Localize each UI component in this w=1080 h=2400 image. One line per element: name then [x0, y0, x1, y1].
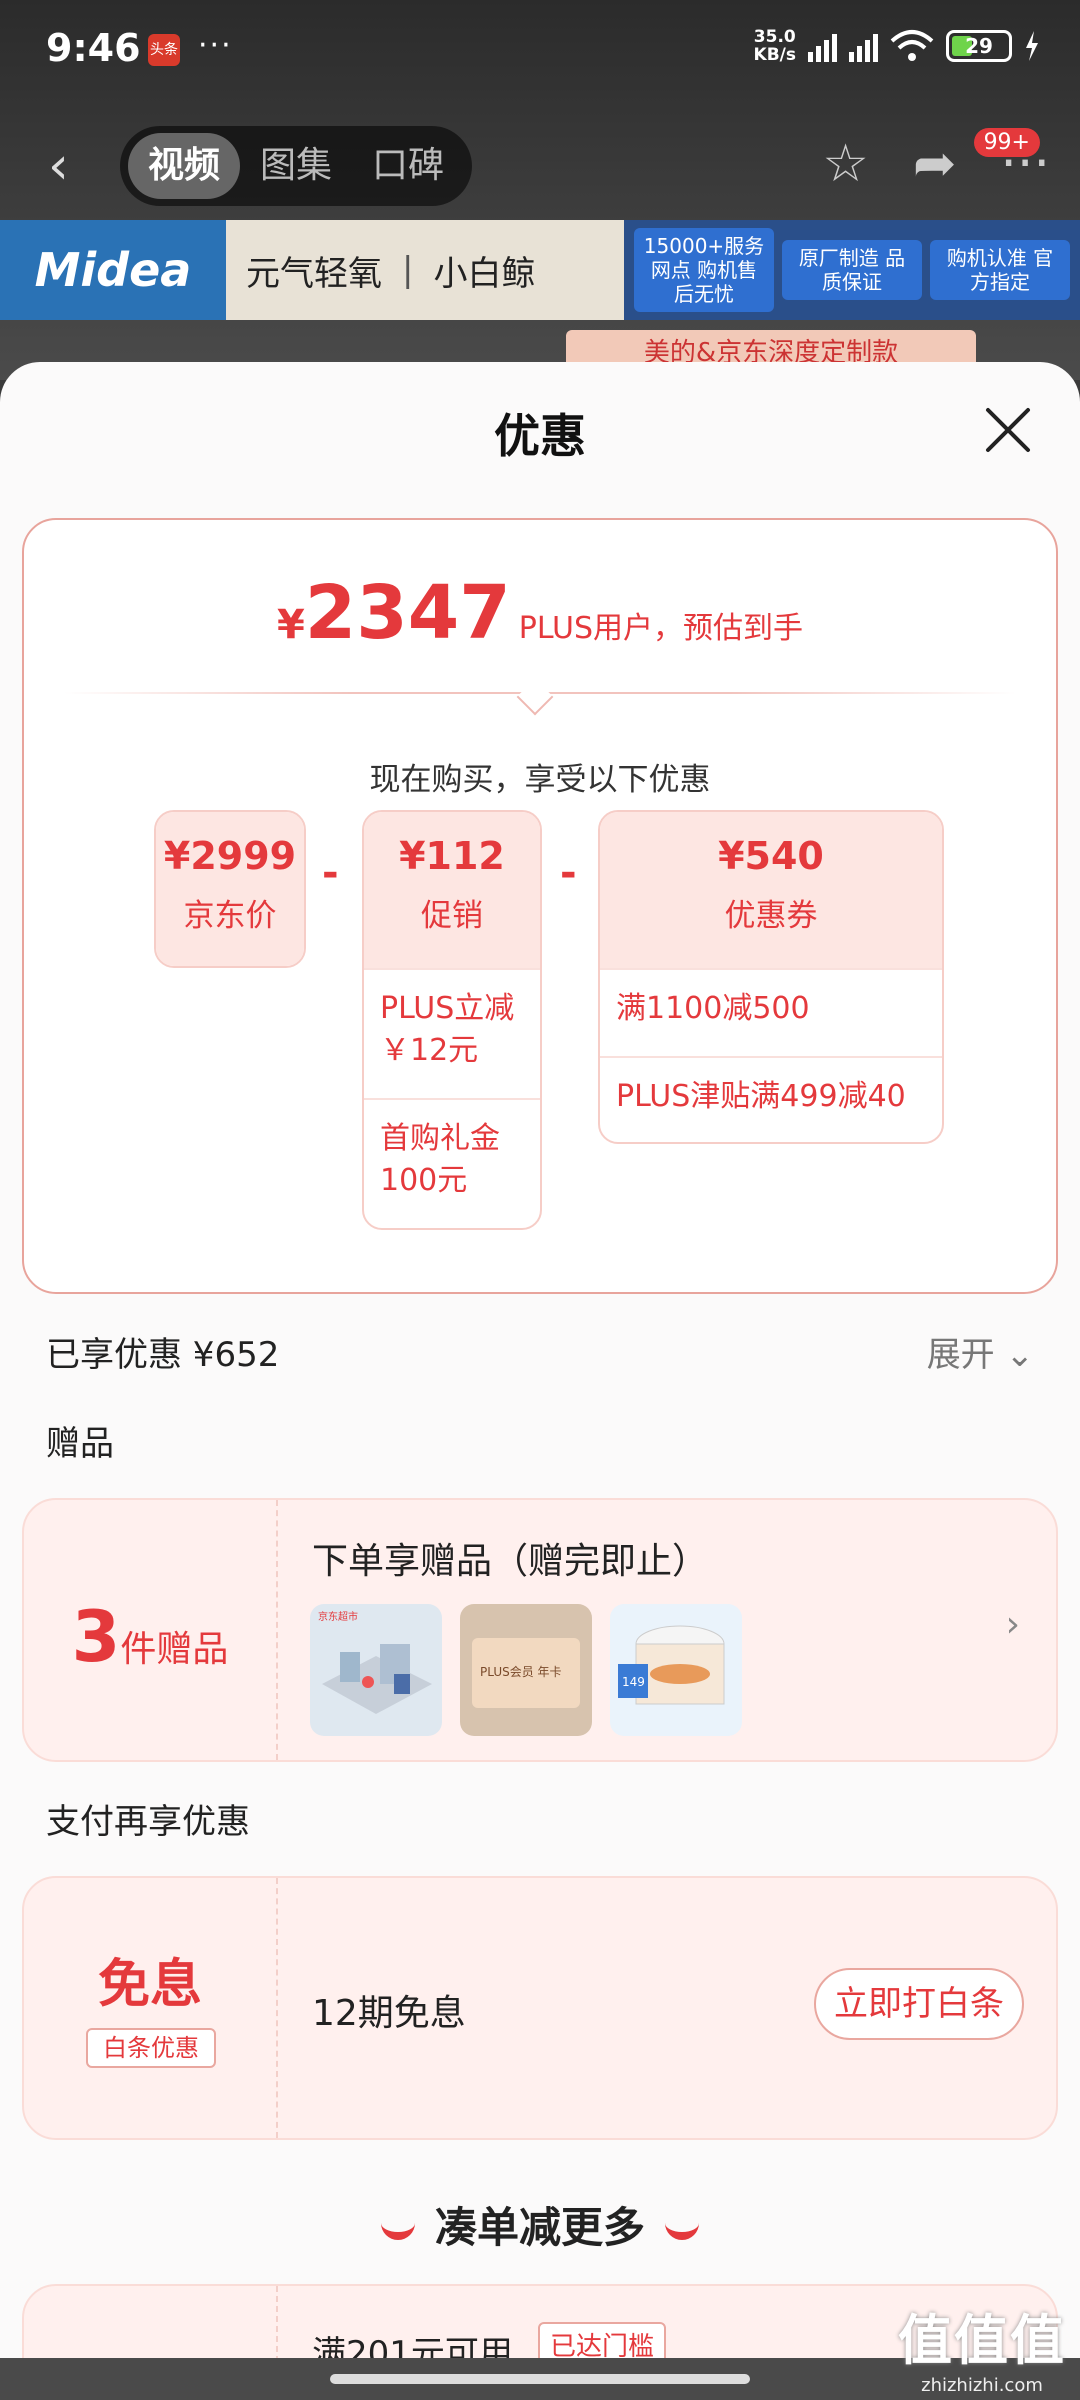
smile-left-icon — [380, 2222, 415, 2240]
dashed-divider — [276, 1878, 278, 2138]
gift-thumbnail-3[interactable]: 149 — [610, 1604, 742, 1736]
network-speed: 35.0 KB/s — [753, 27, 796, 65]
use-baitiao-button[interactable]: 立即打白条 — [814, 1968, 1024, 2040]
top-nav: ‹ 视频 图集 口碑 ☆ ➦ ··· 99+ — [0, 110, 1080, 220]
toutiao-app-icon: 头条 — [148, 34, 180, 66]
coupon-item: 满1100减500 — [600, 968, 942, 1056]
promotion-box: ¥112 促销 PLUS立减 ￥12元 首购礼金 100元 — [362, 810, 542, 1230]
final-price: ¥2347 PLUS用户，预估到手 — [276, 570, 804, 656]
sheet-title: 优惠 — [494, 409, 586, 463]
message-badge: 99+ — [973, 128, 1040, 157]
tab-reviews[interactable]: 口碑 — [352, 133, 464, 199]
status-bar: 9:46 头条 ··· 35.0 KB/s 29 — [0, 0, 1080, 100]
final-price-value: 2347 — [304, 570, 511, 656]
minus-sign: - — [560, 850, 577, 896]
chevron-down-icon: ⌄ — [1005, 1335, 1035, 1375]
gift-title: 下单享赠品（赠完即止） — [312, 1541, 709, 1582]
dashed-divider — [276, 1500, 278, 1760]
midea-logo: Midea — [0, 220, 226, 320]
gift-thumb-text: 149 — [622, 1675, 645, 1689]
gift-thumb-text: PLUS会员 年卡 — [480, 1665, 562, 1679]
gift-card[interactable]: 3件赠品 下单享赠品（赠完即止） 京东超市 PLUS会员 年卡 149 › — [22, 1498, 1058, 1762]
gifts-section-title: 赠品 — [46, 1424, 114, 1464]
baitiao-tag: 白条优惠 — [86, 2028, 216, 2068]
brand-banner: Midea 元气轻氧 | 小白鲸 15000+服务网点 购机售后无忧 原厂制造 … — [0, 220, 1080, 320]
gift-thumbnail-1[interactable]: 京东超市 — [310, 1604, 442, 1736]
discount-total: 已享优惠 ¥652 — [46, 1335, 280, 1375]
offers-sheet: 优惠 ¥2347 PLUS用户，预估到手 现在购买，享受以下优惠 ¥2999 京东… — [0, 362, 1080, 2400]
battery-icon: 29 — [946, 30, 1012, 62]
star-icon[interactable]: ☆ — [822, 134, 869, 194]
sub-brand-2: 小白鲸 — [433, 253, 536, 294]
payment-section-title: 支付再享优惠 — [46, 1802, 250, 1842]
gift-thumbnail-2[interactable]: PLUS会员 年卡 — [460, 1604, 592, 1736]
promotion-item: PLUS立减 ￥12元 — [364, 968, 540, 1098]
price-subtitle: 现在购买，享受以下优惠 — [369, 762, 711, 798]
status-time: 9:46 — [46, 26, 141, 70]
close-icon[interactable] — [982, 404, 1034, 456]
back-arrow-icon[interactable]: ‹ — [48, 136, 69, 196]
coupon-item: PLUS津贴满499减40 — [600, 1056, 942, 1136]
share-icon[interactable]: ➦ — [913, 134, 957, 194]
gift-count: 3件赠品 — [71, 1596, 229, 1678]
tab-gallery[interactable]: 图集 — [240, 133, 352, 199]
final-price-note: PLUS用户，预估到手 — [518, 611, 804, 646]
coupon-box: ¥540 优惠券 满1100减500 PLUS津贴满499减40 — [598, 810, 944, 1144]
banner-tag: 购机认准 官方指定 — [930, 240, 1070, 300]
expand-button[interactable]: 展开 ⌄ — [927, 1327, 1034, 1376]
promotion-item: 首购礼金 100元 — [364, 1098, 540, 1220]
jd-price-box: ¥2999 京东价 — [154, 810, 306, 968]
price-summary-card: ¥2347 PLUS用户，预估到手 现在购买，享受以下优惠 ¥2999 京东价 -… — [22, 518, 1058, 1294]
sub-brand-1: 元气轻氧 — [246, 253, 382, 294]
minus-sign: - — [322, 850, 339, 896]
more-menu-icon[interactable]: ··· 99+ — [973, 128, 1050, 194]
chevron-right-icon: › — [1005, 1604, 1020, 1645]
banner-tag: 原厂制造 品质保证 — [782, 240, 922, 300]
watermark: 值值值 zhizhizhi.com — [898, 2309, 1066, 2396]
interest-free-label: 免息 — [97, 1955, 202, 2015]
installment-text: 12期免息 — [312, 1993, 466, 2034]
gift-thumb-text: 京东超市 — [318, 1610, 358, 1623]
banner-tag: 15000+服务网点 购机售后无忧 — [634, 228, 774, 312]
wifi-icon — [890, 30, 934, 61]
media-tabs: 视频 图集 口碑 — [120, 126, 473, 206]
smile-right-icon — [665, 2222, 699, 2240]
notification-more-icon: ··· — [198, 28, 233, 63]
signal-icon-2 — [849, 30, 878, 62]
home-indicator[interactable] — [330, 2374, 750, 2384]
divider-notch — [516, 678, 554, 716]
charging-icon — [1026, 31, 1038, 61]
signal-icon — [808, 30, 837, 62]
more-offers-title: 凑单减更多 — [0, 2194, 1080, 2255]
tab-video[interactable]: 视频 — [128, 133, 241, 199]
payment-card: 免息 白条优惠 12期免息 立即打白条 — [22, 1876, 1058, 2140]
